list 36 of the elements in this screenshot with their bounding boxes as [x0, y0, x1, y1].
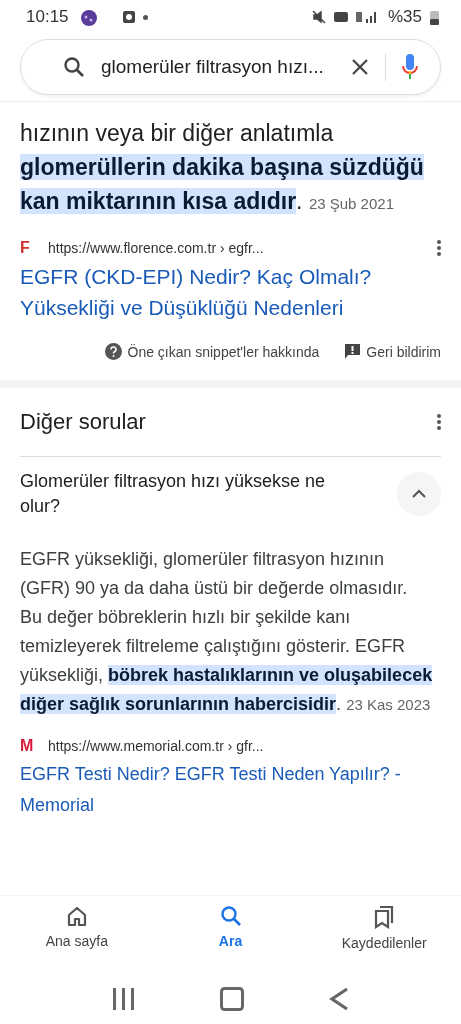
bookmarks-icon: [373, 905, 396, 929]
more-icon[interactable]: [437, 414, 441, 430]
battery-percent: %35: [387, 7, 422, 27]
section-title: Diğer sorular: [20, 409, 146, 435]
site-favicon: M: [20, 737, 35, 755]
mute-icon: [311, 10, 326, 24]
status-time: 10:15: [26, 7, 69, 27]
nav-tab[interactable]: Ana sayfa: [0, 904, 154, 974]
close-icon[interactable]: [351, 58, 369, 76]
chevron-icon: [411, 489, 427, 499]
battery-icon: [430, 9, 439, 25]
expand-toggle[interactable]: [397, 472, 441, 516]
result-title-link[interactable]: EGFR Testi Nedir? EGFR Testi Neden Yapılır? - Memorial: [20, 759, 441, 821]
feedback-icon[interactable]: [345, 344, 361, 359]
home-icon: [65, 905, 88, 927]
microphone-icon[interactable]: [402, 54, 418, 80]
search-icon: [63, 56, 85, 78]
result-url: https://www.memorial.com.tr › gfr...: [48, 738, 265, 754]
nav-tab[interactable]: Kaydedilenler: [307, 904, 461, 974]
answer-text: EGFR yüksekliği, glomerüler filtrasyon hızının (GFR) 90 ya da daha üstü bir değerde olmasıdır. Bu değer böbreklerin hızlı bir şekilde kanı temizleyerek filtreleme çalıştığını gösterir. EGFR yüksekliği, böbrek hastalıklarının ve oluşabilecek diğer sağlık sorunlarının habercisidir. 23 Kas 2023: [20, 548, 434, 716]
about-snippets-link[interactable]: Öne çıkan snippet'ler hakkında: [127, 343, 320, 360]
back-icon[interactable]: [328, 987, 349, 1011]
feedback-link[interactable]: Geri bildirim: [366, 343, 441, 360]
dot-icon: [142, 14, 148, 20]
result-title-link[interactable]: EGFR (CKD-EPI) Nedir? Kaç Olmalı? Yüksekliği ve Düşüklüğü Nedenleri: [20, 261, 441, 323]
signal-icon: [333, 10, 378, 24]
help-icon[interactable]: [104, 343, 122, 360]
site-favicon: F: [20, 239, 31, 257]
question-text[interactable]: Glomerüler filtrasyon hızı yüksekse ne olur?: [20, 469, 360, 519]
clock-icon: [122, 11, 135, 23]
more-icon[interactable]: [437, 240, 441, 256]
recent-apps-icon[interactable]: [112, 988, 137, 1010]
search-icon: [219, 905, 242, 927]
home-button-icon[interactable]: [220, 987, 245, 1011]
nav-tab[interactable]: Ara: [153, 904, 308, 974]
result-url: https://www.florence.com.tr › egfr...: [48, 240, 265, 256]
